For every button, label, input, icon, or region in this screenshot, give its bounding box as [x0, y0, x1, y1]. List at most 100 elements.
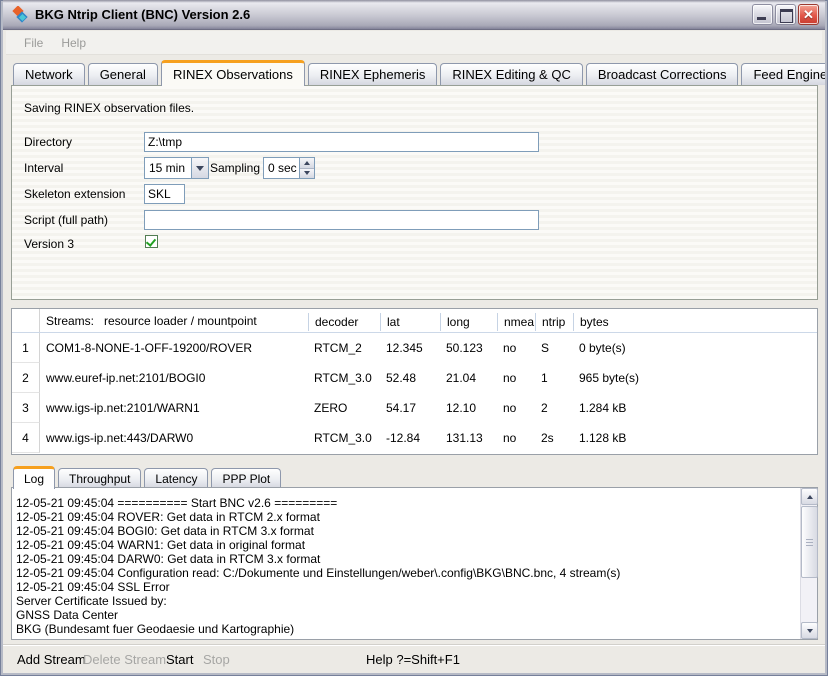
sampling-spin-buttons [299, 158, 314, 178]
tab-network[interactable]: Network [13, 63, 85, 85]
scroll-down-button[interactable] [801, 622, 818, 639]
stream-row[interactable]: 1 COM1-8-NONE-1-OFF-19200/ROVER RTCM_2 1… [12, 333, 817, 363]
cell-bytes: 0 byte(s) [573, 341, 817, 355]
log-line: Server Certificate Issued by: [16, 594, 797, 608]
cell-long: 131.13 [440, 431, 497, 445]
log-line: 12-05-21 09:45:04 Configuration read: C:… [16, 566, 797, 580]
cell-decoder: RTCM_3.0 [308, 371, 380, 385]
cell-ntrip: 2 [535, 401, 573, 415]
row-number: 2 [12, 363, 40, 393]
script-label: Script (full path) [24, 213, 108, 227]
tab-broadcast-corrections[interactable]: Broadcast Corrections [586, 63, 739, 85]
cell-mountpoint: www.igs-ip.net:443/DARW0 [40, 431, 308, 445]
title-bar[interactable]: BKG Ntrip Client (BNC) Version 2.6 [3, 0, 825, 30]
help-shortcut-label: Help ?=Shift+F1 [366, 652, 460, 667]
header-bytes[interactable]: bytes [573, 313, 817, 331]
cell-decoder: ZERO [308, 401, 380, 415]
spin-down-button[interactable] [300, 169, 314, 179]
close-button[interactable] [798, 4, 819, 25]
cell-long: 12.10 [440, 401, 497, 415]
window-title: BKG Ntrip Client (BNC) Version 2.6 [35, 7, 750, 22]
cell-decoder: RTCM_3.0 [308, 431, 380, 445]
cell-mountpoint: www.igs-ip.net:2101/WARN1 [40, 401, 308, 415]
tab-latency[interactable]: Latency [144, 468, 208, 488]
skeleton-extension-label: Skeleton extension [24, 187, 125, 201]
arrow-up-icon [304, 161, 310, 165]
tab-log[interactable]: Log [13, 466, 55, 489]
cell-bytes: 1.284 kB [573, 401, 817, 415]
menu-bar: File Help [6, 31, 822, 55]
sampling-spinner[interactable]: 0 sec [263, 157, 315, 179]
cell-bytes: 965 byte(s) [573, 371, 817, 385]
scroll-up-button[interactable] [801, 488, 818, 505]
minimize-button[interactable] [752, 4, 773, 25]
add-stream-button[interactable]: Add Stream [17, 652, 86, 667]
stream-row[interactable]: 3 www.igs-ip.net:2101/WARN1 ZERO 54.17 1… [12, 393, 817, 423]
cell-mountpoint: www.euref-ip.net:2101/BOGI0 [40, 371, 308, 385]
log-panel: 12-05-21 09:45:04 ========== Start BNC v… [11, 487, 818, 640]
tab-throughput[interactable]: Throughput [58, 468, 141, 488]
stop-button[interactable]: Stop [203, 652, 230, 667]
script-input[interactable] [144, 210, 539, 230]
tab-rinex-observations[interactable]: RINEX Observations [161, 60, 305, 86]
skeleton-extension-input[interactable] [144, 184, 185, 204]
output-tab-bar: Log Throughput Latency PPP Plot [13, 464, 284, 488]
tab-rinex-ephemeris[interactable]: RINEX Ephemeris [308, 63, 437, 85]
start-button[interactable]: Start [166, 652, 193, 667]
streams-header-row: Streams: resource loader / mountpoint de… [12, 309, 817, 333]
cell-lat: -12.84 [380, 431, 440, 445]
log-line: GNSS Data Center [16, 608, 797, 622]
menu-file[interactable]: File [15, 33, 52, 53]
sampling-value: 0 sec [264, 158, 299, 178]
log-scrollbar[interactable] [800, 488, 817, 639]
tab-general[interactable]: General [88, 63, 158, 85]
interval-label: Interval [24, 161, 63, 175]
cell-mountpoint: COM1-8-NONE-1-OFF-19200/ROVER [40, 341, 308, 355]
tab-ppp-plot[interactable]: PPP Plot [211, 468, 281, 488]
action-bar: Add Stream Delete Stream Start Stop Help… [3, 644, 825, 673]
header-ntrip[interactable]: ntrip [535, 313, 573, 331]
version3-label: Version 3 [24, 237, 74, 251]
row-number: 1 [12, 333, 40, 363]
tab-feed-engine[interactable]: Feed Engine [741, 63, 828, 85]
header-decoder[interactable]: decoder [308, 313, 380, 331]
header-long[interactable]: long [440, 313, 497, 331]
header-nmea[interactable]: nmea [497, 313, 535, 331]
rinex-observations-panel: Saving RINEX observation files. Director… [11, 85, 818, 300]
cell-lat: 52.48 [380, 371, 440, 385]
menu-help[interactable]: Help [52, 33, 95, 53]
log-line: 12-05-21 09:45:04 BOGI0: Get data in RTC… [16, 524, 797, 538]
directory-input[interactable] [144, 132, 539, 152]
stream-row[interactable]: 2 www.euref-ip.net:2101/BOGI0 RTCM_3.0 5… [12, 363, 817, 393]
cell-nmea: no [497, 341, 535, 355]
log-output[interactable]: 12-05-21 09:45:04 ========== Start BNC v… [16, 496, 797, 637]
maximize-button[interactable] [775, 4, 796, 25]
directory-label: Directory [24, 135, 72, 149]
version3-checkbox[interactable] [145, 235, 158, 248]
delete-stream-button[interactable]: Delete Stream [83, 652, 166, 667]
spin-up-button[interactable] [300, 158, 314, 169]
cell-nmea: no [497, 371, 535, 385]
sampling-label: Sampling [210, 161, 260, 175]
stream-row[interactable]: 4 www.igs-ip.net:443/DARW0 RTCM_3.0 -12.… [12, 423, 817, 453]
header-lat[interactable]: lat [380, 313, 440, 331]
cell-long: 50.123 [440, 341, 497, 355]
scrollbar-thumb[interactable] [801, 506, 818, 578]
header-mountpoint[interactable]: Streams: resource loader / mountpoint [40, 314, 308, 328]
row-number: 4 [12, 423, 40, 453]
settings-tab-bar: Network General RINEX Observations RINEX… [13, 59, 815, 85]
log-line: 12-05-21 09:45:04 DARW0: Get data in RTC… [16, 552, 797, 566]
tab-rinex-editing-qc[interactable]: RINEX Editing & QC [440, 63, 583, 85]
streams-table: Streams: resource loader / mountpoint de… [11, 308, 818, 455]
interval-value: 15 min [145, 158, 191, 178]
cell-ntrip: 1 [535, 371, 573, 385]
interval-dropdown-button[interactable] [191, 158, 208, 178]
chevron-down-icon [196, 166, 204, 171]
interval-select[interactable]: 15 min [144, 157, 209, 179]
cell-long: 21.04 [440, 371, 497, 385]
bnc-window: BKG Ntrip Client (BNC) Version 2.6 File … [0, 0, 828, 676]
cell-lat: 12.345 [380, 341, 440, 355]
row-number: 3 [12, 393, 40, 423]
checkmark-icon [146, 236, 156, 247]
arrow-down-icon [304, 171, 310, 175]
